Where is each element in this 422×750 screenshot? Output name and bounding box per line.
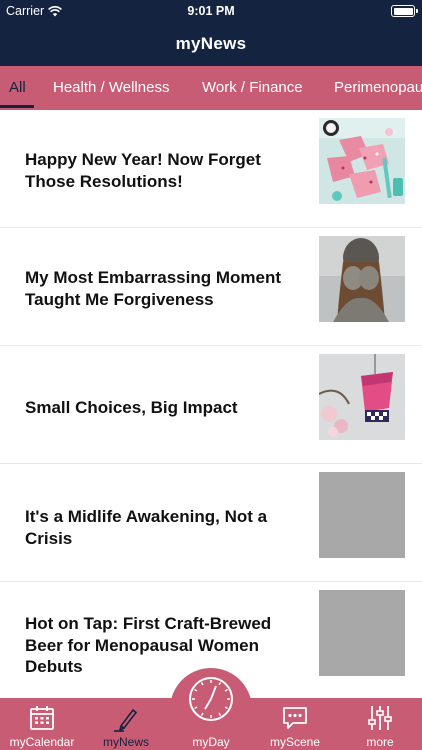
active-tab-indicator: [0, 105, 34, 108]
calendar-icon: [30, 706, 54, 730]
chat-icon: [283, 707, 307, 729]
article-item[interactable]: It's a Midlife Awakening, Not a Crisis: [0, 464, 422, 582]
article-title: Small Choices, Big Impact: [25, 398, 238, 417]
article-thumbnail-placeholder: [319, 590, 405, 676]
article-title: Happy New Year! Now Forget Those Resolut…: [25, 150, 261, 191]
article-title: Hot on Tap: First Craft-Brewed Beer for …: [25, 614, 272, 676]
tab-label: more: [366, 735, 394, 749]
tab-more[interactable]: more: [338, 698, 422, 750]
sliders-icon: [368, 706, 392, 730]
status-time: 9:01 PM: [187, 4, 235, 18]
tab-myscene[interactable]: myScene: [253, 698, 337, 750]
article-thumbnail-placeholder: [319, 472, 405, 558]
category-tabs: All Health / Wellness Work / Finance Per…: [0, 66, 422, 110]
tab-health-wellness[interactable]: Health / Wellness: [53, 66, 169, 110]
article-title: It's a Midlife Awakening, Not a Crisis: [25, 507, 268, 548]
tab-all[interactable]: All: [9, 66, 26, 110]
tab-myday[interactable]: myDay: [169, 677, 253, 750]
tab-mynews[interactable]: myNews: [84, 698, 168, 750]
bottom-tab-bar: myCalendar myNews myDay myScene more: [0, 677, 422, 750]
article-item[interactable]: Small Choices, Big Impact: [0, 346, 422, 464]
clock-icon: [189, 677, 233, 721]
tab-work-finance[interactable]: Work / Finance: [202, 66, 303, 110]
status-bar: Carrier 9:01 PM: [0, 0, 422, 22]
article-item[interactable]: Happy New Year! Now Forget Those Resolut…: [0, 110, 422, 228]
tab-label: myScene: [269, 735, 321, 749]
pen-icon: [114, 708, 138, 732]
article-thumbnail-covered-face: [319, 236, 405, 322]
page-title: myNews: [175, 34, 247, 53]
article-thumbnail-party: [319, 118, 405, 204]
tab-perimenopause[interactable]: Perimenopause: [334, 66, 422, 110]
tab-label: myNews: [102, 735, 149, 749]
tab-label: myDay: [192, 735, 230, 749]
tab-label: myCalendar: [9, 735, 75, 749]
article-thumbnail-lantern: [319, 354, 405, 440]
tab-mycalendar[interactable]: myCalendar: [0, 698, 84, 750]
article-item[interactable]: My Most Embarrassing Moment Taught Me Fo…: [0, 228, 422, 346]
app-header: Carrier 9:01 PM myNews: [0, 0, 422, 66]
article-title: My Most Embarrassing Moment Taught Me Fo…: [25, 268, 281, 309]
battery-icon: [391, 5, 418, 17]
